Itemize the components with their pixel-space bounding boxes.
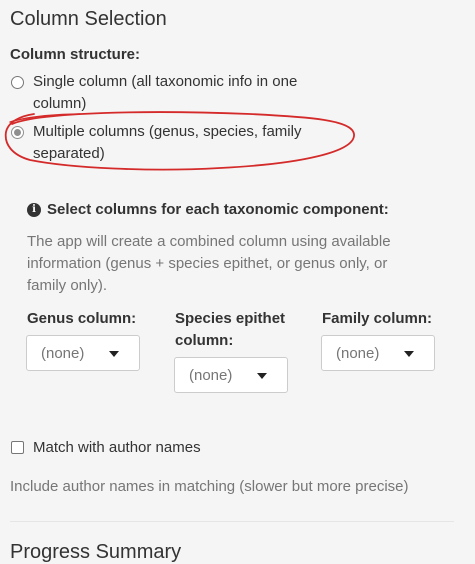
author-match-checkbox-row[interactable]: Match with author names <box>10 439 201 456</box>
species-select-value: (none) <box>189 366 233 384</box>
column-structure-label: Column structure: <box>10 46 141 63</box>
info-heading-text: Select columns for each taxonomic compon… <box>47 201 389 218</box>
genus-column-select[interactable]: (none) <box>26 335 140 371</box>
family-column-label: Family column: <box>322 310 433 327</box>
radio-label: Single column (all taxonomic info in one… <box>33 73 298 112</box>
genus-select-value: (none) <box>41 344 85 362</box>
author-help-text: Include author names in matching (slower… <box>10 478 409 495</box>
info-help-text: The app will create a combined column us… <box>27 233 391 294</box>
author-match-checkbox[interactable] <box>11 441 24 454</box>
author-match-label: Match with author names <box>33 439 201 456</box>
chevron-down-icon <box>404 351 414 357</box>
radio-single-column[interactable]: Single column (all taxonomic info in one… <box>10 71 340 115</box>
family-column-select[interactable]: (none) <box>321 335 435 371</box>
info-heading: i Select columns for each taxonomic comp… <box>27 201 389 218</box>
radio-multiple-columns[interactable]: Multiple columns (genus, species, family… <box>10 121 340 165</box>
column-selection-panel: Column Selection Column structure: Singl… <box>0 0 475 563</box>
species-column-label: Species epithet column: <box>175 310 286 349</box>
radio-button[interactable] <box>11 76 24 89</box>
chevron-down-icon <box>257 373 267 379</box>
radio-label: Multiple columns (genus, species, family… <box>33 123 302 162</box>
chevron-down-icon <box>109 351 119 357</box>
family-select-value: (none) <box>336 344 380 362</box>
genus-column-label: Genus column: <box>27 310 137 327</box>
species-column-select[interactable]: (none) <box>174 357 288 393</box>
section-divider <box>10 521 454 522</box>
info-circle-icon: i <box>27 202 41 217</box>
section-title: Column Selection <box>10 8 167 30</box>
radio-button-checked[interactable] <box>11 126 24 139</box>
